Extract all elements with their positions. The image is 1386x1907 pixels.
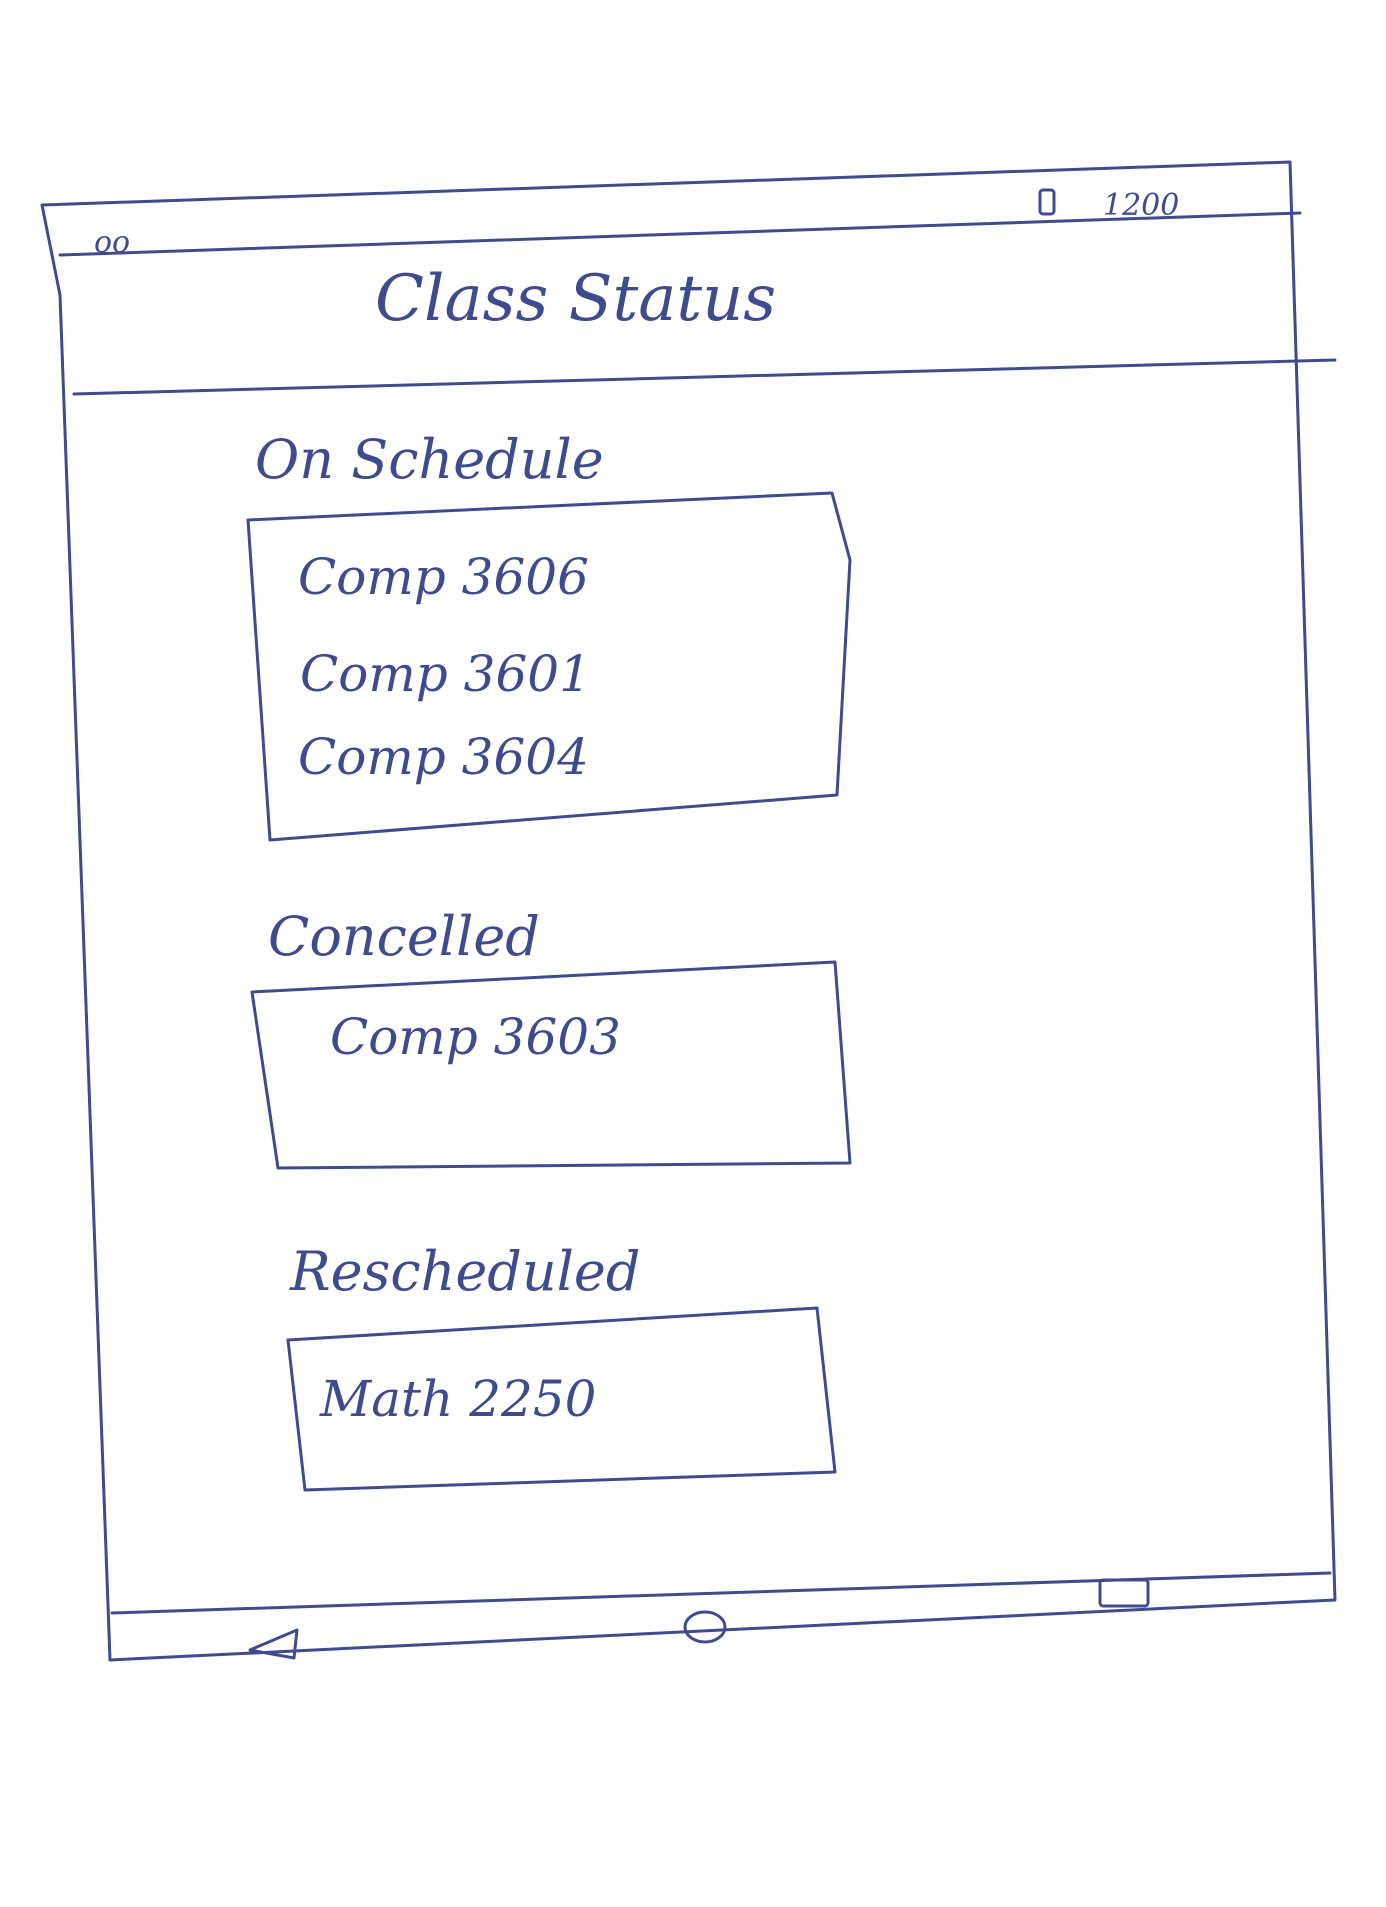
course-item[interactable]: Comp 3604 [298, 728, 589, 786]
header-divider [72, 358, 1337, 396]
section-label-rescheduled: Rescheduled [290, 1240, 641, 1303]
course-item[interactable]: Comp 3603 [330, 1008, 621, 1066]
page-title: Class Status [375, 262, 777, 336]
home-button[interactable] [675, 1600, 735, 1655]
status-bar-time: 1200 [1103, 188, 1180, 223]
section-label-cancelled: Concelled [268, 905, 540, 968]
device-outline [40, 160, 1337, 1662]
course-item[interactable]: Math 2250 [320, 1370, 596, 1428]
section-label-on-schedule: On Schedule [255, 428, 604, 491]
battery-icon [1038, 188, 1056, 216]
back-button[interactable] [240, 1615, 310, 1665]
status-bar-left-indicator: oo [94, 225, 131, 260]
course-item[interactable]: Comp 3606 [298, 548, 589, 606]
course-item[interactable]: Comp 3601 [300, 645, 591, 703]
recents-button[interactable] [1090, 1570, 1160, 1616]
